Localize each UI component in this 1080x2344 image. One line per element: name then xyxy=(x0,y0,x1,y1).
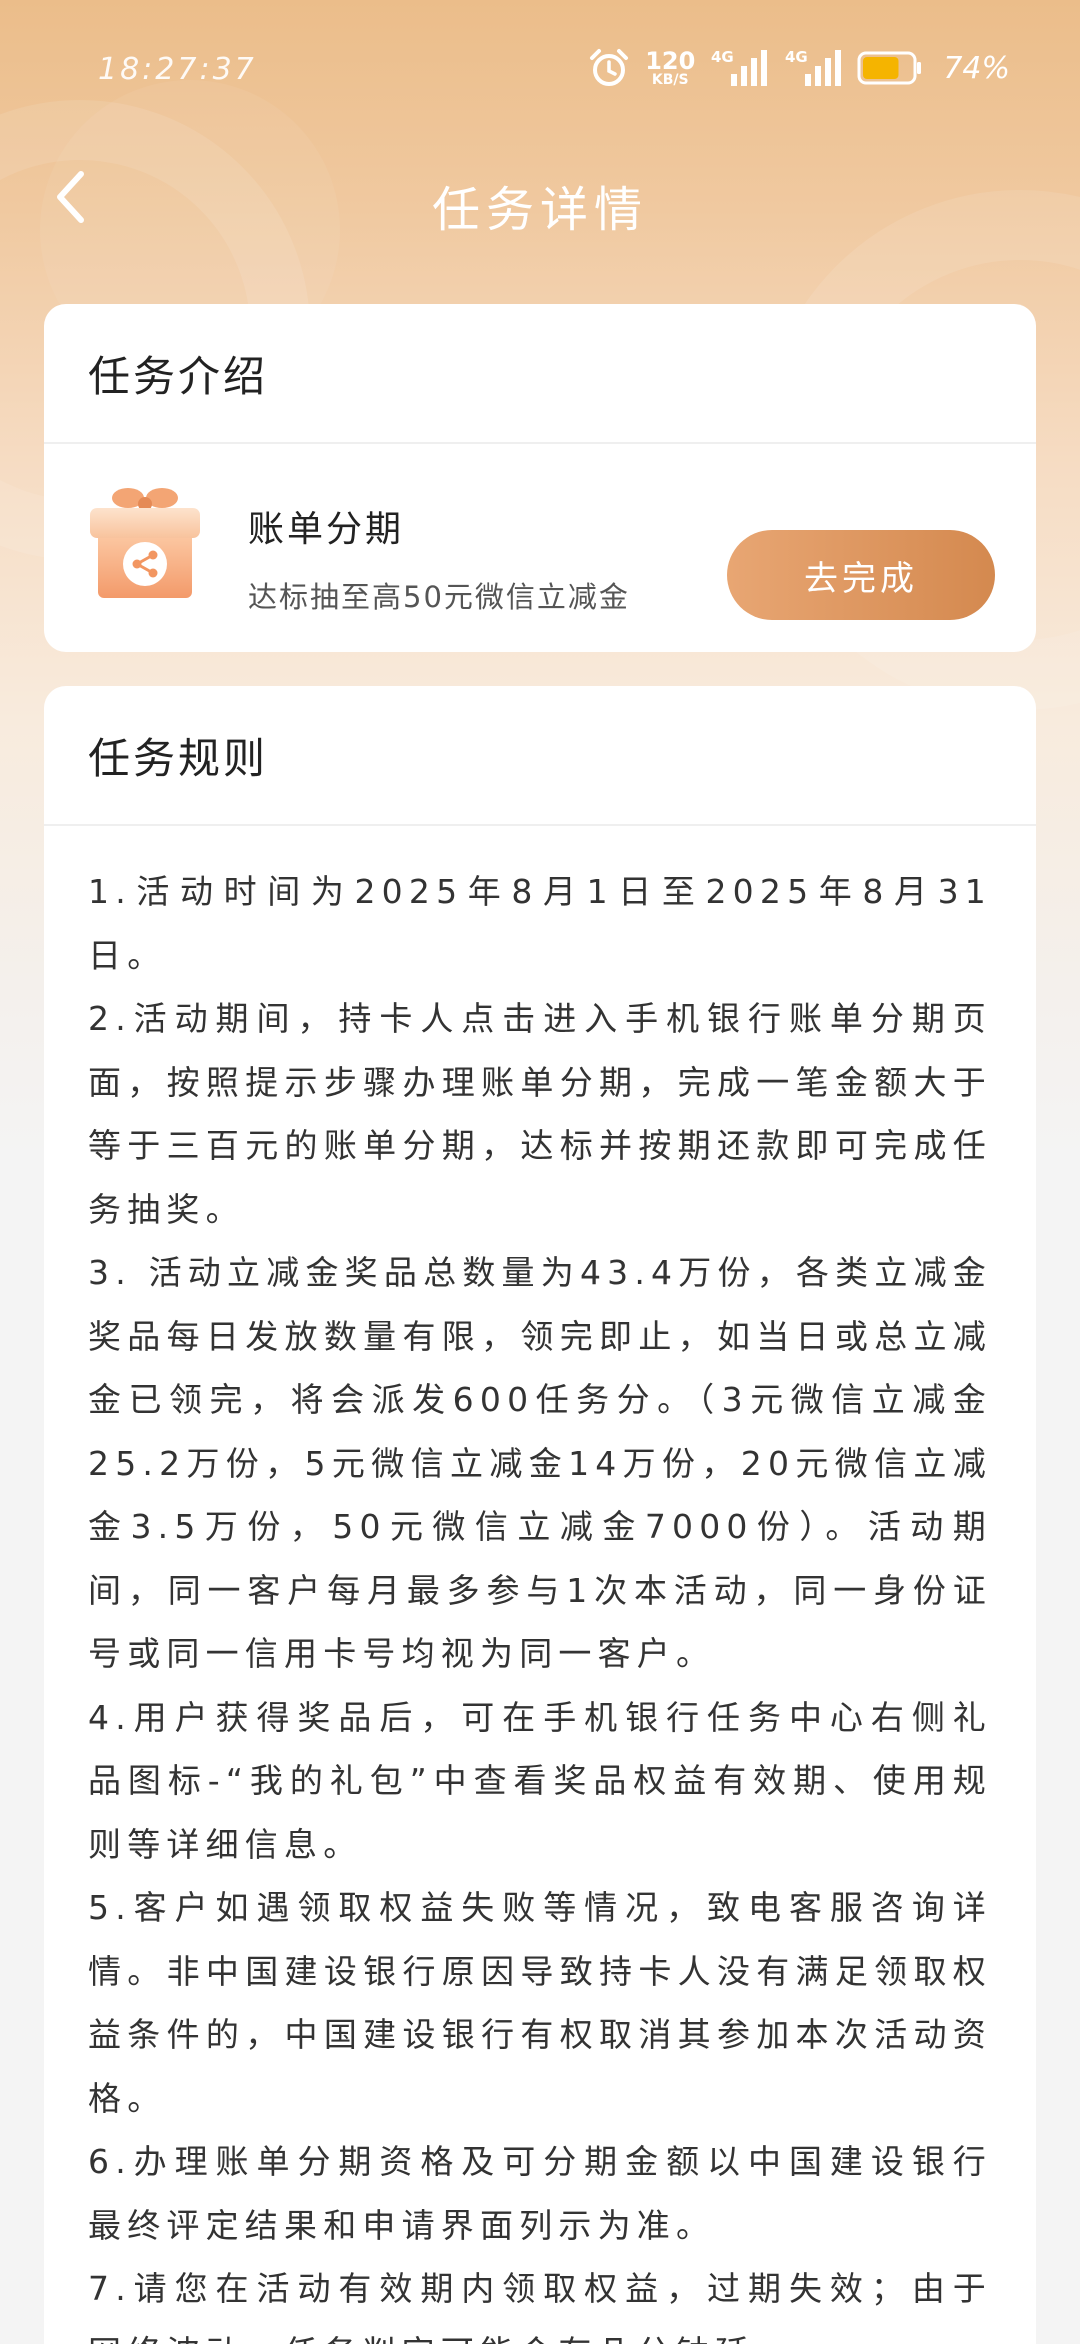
rule-item: 5.客户如遇领取权益失败等情况，致电客服咨询详情。非中国建设银行原因导致持卡人没… xyxy=(88,1888,992,2118)
task-name: 账单分期 xyxy=(248,509,405,550)
rule-item: 1.活动时间为2025年8月1日至2025年8月31日。 xyxy=(88,872,992,975)
rule-item: 2.活动期间，持卡人点击进入手机银行账单分期页面，按照提示步骤办理账单分期，完成… xyxy=(88,999,992,1229)
task-intro-card: 任务介绍 账单分期 达标抽至高50元微信立减金 去完成 xyxy=(44,304,1036,652)
page-title: 任务详情 xyxy=(431,182,648,238)
rule-item: 7.请您在活动有效期内领取权益，过期失效；由于网络波动，任务判定可能会有几分钟延 xyxy=(88,2269,992,2344)
alarm-icon xyxy=(587,46,631,90)
signal-icon-2: 4G xyxy=(783,46,843,90)
rule-item: 4.用户获得奖品后，可在手机银行任务中心右侧礼品图标-“我的礼包”中查看奖品权益… xyxy=(88,1697,992,1864)
go-complete-button[interactable]: 去完成 xyxy=(727,530,995,620)
battery-icon xyxy=(857,50,923,86)
rule-item: 6.办理账单分期资格及可分期金额以中国建设银行最终评定结果和申请界面列示为准。 xyxy=(88,2142,992,2245)
battery-percent: 74% xyxy=(943,50,1010,86)
rules-list: 1.活动时间为2025年8月1日至2025年8月31日。 2.活动期间，持卡人点… xyxy=(44,826,1036,2344)
task-rules-card: 任务规则 1.活动时间为2025年8月1日至2025年8月31日。 2.活动期间… xyxy=(44,686,1036,2344)
intro-heading: 任务介绍 xyxy=(44,304,1036,444)
task-description: 达标抽至高50元微信立减金 xyxy=(248,580,630,614)
status-icons: 120 KB/S 4G 4G 74% xyxy=(587,44,1010,92)
task-item: 账单分期 达标抽至高50元微信立减金 去完成 xyxy=(44,444,1036,650)
gift-box-share-icon xyxy=(86,484,204,602)
svg-text:4G: 4G xyxy=(711,48,734,66)
status-bar: 18:27:37 120 KB/S 4G 4G 74% xyxy=(0,0,1080,130)
signal-icon: 4G xyxy=(709,46,769,90)
status-time: 18:27:37 xyxy=(98,52,257,87)
svg-text:4G: 4G xyxy=(785,48,808,66)
rules-heading: 任务规则 xyxy=(44,686,1036,826)
rule-item: 3. 活动立减金奖品总数量为43.4万份，各类立减金奖品每日发放数量有限，领完即… xyxy=(88,1253,992,1673)
network-speed: 120 KB/S xyxy=(645,47,696,88)
navigation-bar: 任务详情 xyxy=(0,150,1080,246)
